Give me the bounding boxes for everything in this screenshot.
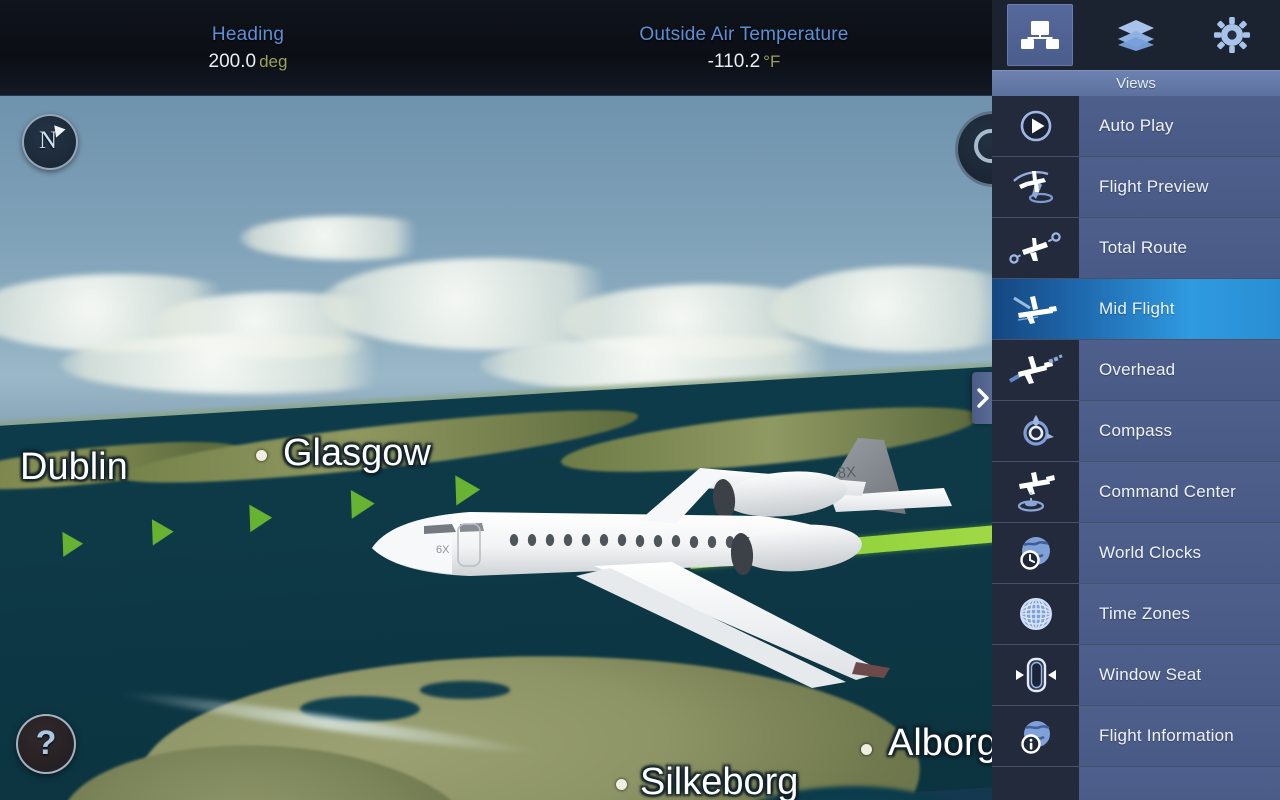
oat-label: Outside Air Temperature (639, 23, 849, 45)
menu-item-flight-information[interactable]: Flight Information (992, 706, 1280, 767)
toolbar-button-settings[interactable] (1184, 0, 1280, 70)
globe-info-icon (992, 706, 1079, 766)
svg-text:8X: 8X (837, 464, 857, 482)
toolbar-button-layers[interactable] (1088, 0, 1184, 70)
menu-item-label: World Clocks (1079, 523, 1280, 583)
plane-overhead-icon (992, 340, 1079, 400)
views-panel: Views Auto Play Flight Preview Total Rou… (992, 0, 1280, 800)
heading-label: Heading (211, 23, 285, 45)
status-bar: Heading 200.0 deg Outside Air Temperature… (0, 0, 992, 96)
heading-unit: deg (259, 51, 288, 71)
city-name: Silkeborg (640, 761, 799, 800)
toolbar-button-views[interactable] (992, 0, 1088, 70)
menu-item-compass[interactable]: Compass (992, 401, 1280, 462)
plane-midflight-icon (992, 279, 1079, 339)
menu-item-label: Window Seat (1079, 645, 1280, 705)
menu-item-total-route[interactable]: Total Route (992, 218, 1280, 279)
menu-item-label: Compass (1079, 401, 1280, 461)
aircraft-model: 8X 6X (0, 96, 992, 800)
svg-text:6X: 6X (436, 544, 450, 556)
menu-item-overhead[interactable]: Overhead (992, 340, 1280, 401)
help-label: ? (35, 723, 57, 762)
city-name: Alborg (888, 722, 992, 764)
menu-item-command-center[interactable]: Command Center (992, 462, 1280, 523)
menu-item-label: Overhead (1079, 340, 1280, 400)
play-circle-icon (992, 96, 1079, 156)
menu-row-empty-label-cell (1079, 767, 1280, 800)
status-item-oat: Outside Air Temperature -110.2 °F (496, 20, 992, 76)
layers-icon (1103, 4, 1169, 66)
plane-command-icon (992, 462, 1079, 522)
menu-item-mid-flight[interactable]: Mid Flight (992, 279, 1280, 340)
menu-item-window-seat[interactable]: Window Seat (992, 645, 1280, 706)
globe-clock-icon (992, 523, 1079, 583)
menu-item-time-zones[interactable]: Time Zones (992, 584, 1280, 645)
menu-item-label: Auto Play (1079, 96, 1280, 156)
plane-preview-icon (992, 157, 1079, 217)
views-menu: Auto Play Flight Preview Total Route Mid… (992, 96, 1280, 800)
airshow-moving-map-app: Heading 200.0 deg Outside Air Temperature… (0, 0, 1280, 800)
city-dot (256, 450, 267, 461)
status-item-heading: Heading 200.0 deg (0, 20, 496, 76)
heading-value: 200.0 (208, 50, 257, 72)
city-name: Dublin (20, 446, 128, 488)
window-seat-icon (992, 645, 1079, 705)
menu-item-label: Flight Preview (1079, 157, 1280, 217)
map-scene[interactable]: 8X 6X Dublin Glasgow Silkeborg Alborg N … (0, 96, 992, 800)
chevron-right-icon[interactable] (972, 372, 992, 424)
city-name: Glasgow (283, 432, 431, 474)
plane-route-icon (992, 218, 1079, 278)
oat-value-group: -110.2 °F (496, 48, 992, 76)
menu-item-label: Flight Information (1079, 706, 1280, 766)
heading-value-group: 200.0 deg (0, 48, 496, 76)
gear-icon (1199, 4, 1265, 66)
menu-item-flight-preview[interactable]: Flight Preview (992, 157, 1280, 218)
menu-row-empty-icon-cell (992, 767, 1079, 800)
menu-row-empty (992, 767, 1280, 800)
menu-item-world-clocks[interactable]: World Clocks (992, 523, 1280, 584)
menu-item-auto-play[interactable]: Auto Play (992, 96, 1280, 157)
menu-item-label: Time Zones (1079, 584, 1280, 644)
globe-grid-icon (992, 584, 1079, 644)
compass-rose-icon (992, 401, 1079, 461)
menu-item-label: Total Route (1079, 218, 1280, 278)
panel-toolbar (992, 0, 1280, 70)
menu-item-label: Command Center (1079, 462, 1280, 522)
city-dot (861, 744, 872, 755)
city-dot (616, 779, 627, 790)
question-mark-icon[interactable]: ? (16, 714, 76, 774)
views-section-title: Views (992, 70, 1280, 96)
compass-north-icon[interactable]: N (22, 114, 78, 170)
magnifier-lens (974, 129, 992, 163)
oat-value: -110.2 (707, 50, 761, 72)
multi-view-screens-icon (1007, 4, 1073, 66)
menu-item-label: Mid Flight (1079, 279, 1280, 339)
oat-unit: °F (763, 51, 781, 71)
